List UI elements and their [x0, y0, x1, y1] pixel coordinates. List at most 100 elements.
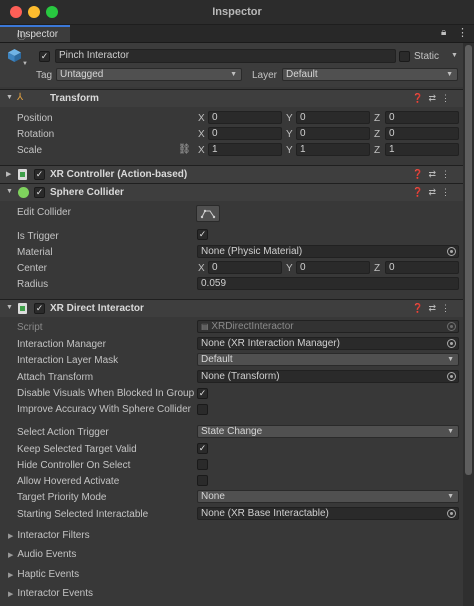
target-priority-mode-dropdown[interactable]: None ▼ [197, 490, 459, 503]
tag-dropdown[interactable]: Untagged ▼ [56, 68, 242, 81]
fold-arrow-icon[interactable]: ▼ [6, 94, 13, 101]
axis-z-label: Z [374, 263, 381, 274]
rotation-label: Rotation [17, 129, 55, 140]
sphere-collider-header[interactable]: ▼ ✓ Sphere Collider ❓⇄⋮ [0, 183, 463, 201]
axis-y-label: Y [286, 129, 293, 140]
script-file-icon: ▤ [201, 322, 209, 331]
rotation-x-field[interactable]: 0 [208, 127, 282, 140]
gameobject-active-checkbox[interactable]: ✓ [39, 51, 50, 62]
layer-label: Layer [252, 70, 278, 81]
scrollbar-thumb[interactable] [465, 45, 472, 475]
axis-z-label: Z [374, 145, 381, 156]
fold-arrow-icon[interactable]: ▼ [6, 304, 13, 311]
scale-y-field[interactable]: 1 [296, 143, 370, 156]
audio-events-label: Audio Events [17, 549, 77, 560]
kebab-menu-icon[interactable]: ⋮ [441, 187, 455, 197]
object-picker-icon[interactable] [447, 372, 456, 381]
tag-label: Tag [36, 70, 53, 81]
attach-transform-field[interactable]: None (Transform) [197, 370, 459, 383]
preset-icon[interactable]: ⇄ [428, 187, 441, 197]
radius-field[interactable]: 0.059 [197, 277, 459, 290]
is-trigger-checkbox[interactable]: ✓ [197, 229, 208, 240]
is-trigger-label: Is Trigger [17, 231, 59, 242]
kebab-menu-icon[interactable]: ⋮ [441, 303, 455, 313]
select-action-trigger-value: State Change [201, 426, 263, 437]
starting-selected-field[interactable]: None (XR Base Interactable) [197, 507, 459, 520]
edit-collider-button[interactable] [196, 205, 220, 222]
script-label: Script [17, 322, 43, 333]
disable-visuals-checkbox[interactable]: ✓ [197, 388, 208, 399]
interaction-layer-mask-dropdown[interactable]: Default ▼ [197, 353, 459, 366]
haptic-events-foldout[interactable]: ▶ Haptic Events [8, 569, 79, 580]
interactor-events-foldout[interactable]: ▶ Interactor Events [8, 588, 93, 599]
position-x-field[interactable]: 0 [208, 111, 282, 124]
position-z-field[interactable]: 0 [385, 111, 459, 124]
xr-controller-header[interactable]: ▶ ✓ XR Controller (Action-based) ❓⇄⋮ [0, 165, 463, 183]
help-icon[interactable]: ❓ [412, 303, 428, 313]
gameobject-cube-icon[interactable] [7, 48, 22, 63]
rotation-y-field[interactable]: 0 [296, 127, 370, 140]
axis-z-label: Z [374, 129, 381, 140]
interaction-manager-value: None (XR Interaction Manager) [201, 338, 340, 349]
layer-dropdown[interactable]: Default ▼ [282, 68, 458, 81]
center-y-field[interactable]: 0 [296, 261, 370, 274]
scale-x-field[interactable]: 1 [208, 143, 282, 156]
xr-direct-interactor-header[interactable]: ▼ ✓ XR Direct Interactor ❓⇄⋮ [0, 299, 463, 317]
material-field[interactable]: None (Physic Material) [197, 245, 459, 258]
fold-arrow-icon[interactable]: ▼ [6, 188, 13, 195]
object-picker-icon[interactable] [447, 247, 456, 256]
axis-y-label: Y [286, 113, 293, 124]
edit-collider-label: Edit Collider [17, 207, 71, 218]
transform-axes-icon: ⅄ [17, 92, 24, 103]
audio-events-foldout[interactable]: ▶ Audio Events [8, 549, 76, 560]
xr-direct-interactor-enabled-checkbox[interactable]: ✓ [34, 303, 45, 314]
center-z-field[interactable]: 0 [385, 261, 459, 274]
select-action-trigger-dropdown[interactable]: State Change ▼ [197, 425, 459, 438]
axis-z-label: Z [374, 113, 381, 124]
interaction-manager-field[interactable]: None (XR Interaction Manager) [197, 337, 459, 350]
tab-inspector-label: Inspector [17, 29, 59, 40]
sphere-collider-enabled-checkbox[interactable]: ✓ [34, 187, 45, 198]
icon-dropdown-arrow-icon[interactable]: ▼ [22, 61, 28, 67]
transform-header[interactable]: ▼ ⅄ Transform ❓⇄⋮ [0, 89, 463, 107]
xr-controller-title: XR Controller (Action-based) [50, 169, 188, 180]
sphere-collider-icon [18, 187, 29, 198]
position-label: Position [17, 113, 53, 124]
allow-hovered-activate-checkbox[interactable] [197, 475, 208, 486]
keep-selected-label: Keep Selected Target Valid [17, 444, 137, 455]
radius-label: Radius [17, 279, 49, 290]
xr-controller-enabled-checkbox[interactable]: ✓ [34, 169, 45, 180]
help-icon[interactable]: ❓ [412, 169, 428, 179]
select-action-trigger-label: Select Action Trigger [17, 427, 109, 438]
axis-x-label: X [198, 263, 205, 274]
rotation-z-field[interactable]: 0 [385, 127, 459, 140]
preset-icon[interactable]: ⇄ [428, 169, 441, 179]
axis-x-label: X [198, 113, 205, 124]
kebab-menu-icon[interactable]: ⋮ [441, 169, 455, 179]
preset-icon[interactable]: ⇄ [428, 303, 441, 313]
hide-controller-label: Hide Controller On Select [17, 460, 131, 471]
object-picker-icon[interactable] [447, 339, 456, 348]
kebab-menu-icon[interactable]: ⋮ [441, 93, 455, 103]
position-y-field[interactable]: 0 [296, 111, 370, 124]
help-icon[interactable]: ❓ [412, 187, 428, 197]
scale-z-field[interactable]: 1 [385, 143, 459, 156]
static-checkbox[interactable] [399, 51, 410, 62]
help-icon[interactable]: ❓ [412, 93, 428, 103]
preset-icon[interactable]: ⇄ [428, 93, 441, 103]
hide-controller-checkbox[interactable] [197, 459, 208, 470]
chevron-down-icon: ▼ [447, 428, 454, 435]
center-x-field[interactable]: 0 [208, 261, 282, 274]
static-dropdown-arrow-icon[interactable]: ▼ [451, 52, 458, 59]
object-picker-icon[interactable] [447, 509, 456, 518]
tab-inspector[interactable]: ⓘ Inspector [0, 25, 70, 42]
fold-arrow-icon: ▶ [8, 552, 14, 559]
kebab-menu-icon[interactable]: ⋮ [457, 26, 468, 39]
gameobject-name-input[interactable]: Pinch Interactor [55, 49, 396, 63]
improve-accuracy-checkbox[interactable] [197, 404, 208, 415]
constrain-proportions-link-icon[interactable]: ⛓ [178, 144, 191, 155]
fold-arrow-icon[interactable]: ▶ [6, 170, 11, 178]
lock-icon[interactable]: 🔒︎ [441, 27, 446, 38]
keep-selected-checkbox[interactable]: ✓ [197, 443, 208, 454]
interactor-filters-foldout[interactable]: ▶ Interactor Filters [8, 530, 90, 541]
